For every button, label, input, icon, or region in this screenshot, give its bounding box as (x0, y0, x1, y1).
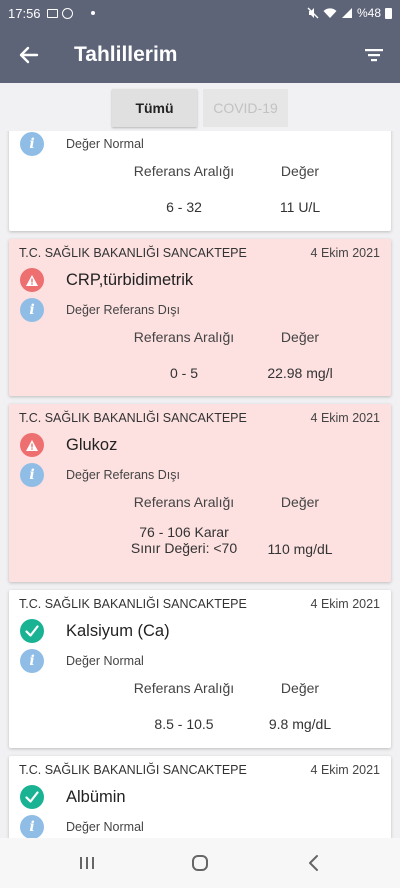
institution-name: T.C. SAĞLIK BAKANLIĞI SANCAKTEPE (19, 763, 247, 777)
reference-range-header: Referans Aralığı (133, 163, 235, 179)
test-name: Kalsiyum (Ca) (66, 622, 170, 640)
gallery-icon (46, 8, 58, 18)
result-card[interactable]: T.C. SAĞLIK BAKANLIĞI SANCAKTEPE 4 Ekim … (9, 756, 391, 838)
app-bar: Tahlillerim (0, 26, 400, 83)
warning-icon (20, 433, 44, 457)
result-value: 110 mg/dL (267, 541, 333, 557)
test-name: Glukoz (66, 436, 118, 454)
signal-icon (341, 8, 352, 18)
result-card[interactable]: T.C. SAĞLIK BAKANLIĞI SANCAKTEPE 4 Ekim … (9, 239, 391, 396)
result-status: Değer Normal (66, 820, 144, 834)
whatsapp-icon (61, 7, 73, 19)
home-icon (191, 855, 208, 871)
value-header: Değer (280, 494, 320, 510)
info-icon[interactable]: i (20, 298, 44, 322)
result-value: 22.98 mg/l (267, 365, 333, 381)
reference-range-value: 76 - 106 Karar Sınır Değeri: <70 (130, 524, 238, 556)
reference-range-header: Referans Aralığı (133, 329, 235, 345)
system-nav-bar (0, 838, 400, 888)
info-icon[interactable]: i (20, 463, 44, 487)
result-card[interactable]: T.C. SAĞLIK BAKANLIĞI SANCAKTEPE 4 Ekim … (9, 590, 391, 748)
warning-icon (20, 268, 44, 292)
chevron-left-icon (309, 855, 319, 871)
value-header: Değer (280, 680, 320, 696)
tab-covid19[interactable]: COVID-19 (203, 89, 288, 127)
recent-apps-icon (79, 857, 94, 869)
filter-button[interactable] (348, 26, 400, 83)
check-icon (20, 785, 44, 809)
back-button[interactable] (0, 26, 58, 83)
result-date: 4 Ekim 2021 (310, 411, 380, 425)
recent-apps-button[interactable] (57, 843, 117, 883)
test-name: CRP,türbidimetrik (66, 271, 194, 289)
test-name: Albümin (66, 788, 126, 806)
system-back-button[interactable] (283, 843, 343, 883)
result-value: 11 U/L (279, 199, 321, 215)
filter-tabs: Tümü COVID-19 (0, 89, 400, 127)
result-date: 4 Ekim 2021 (310, 597, 380, 611)
institution-name: T.C. SAĞLIK BAKANLIĞI SANCAKTEPE (19, 246, 247, 260)
page-title: Tahlillerim (74, 42, 178, 66)
filter-icon (365, 48, 383, 61)
wifi-icon (323, 8, 337, 18)
reference-range-header: Referans Aralığı (133, 494, 235, 510)
result-status: Değer Normal (66, 137, 144, 151)
result-status: Değer Referans Dışı (66, 468, 180, 482)
mute-icon (307, 7, 319, 19)
result-card[interactable]: i Değer Normal Referans Aralığı Değer 6 … (9, 131, 391, 231)
info-icon[interactable]: i (20, 815, 44, 838)
results-list[interactable]: i Değer Normal Referans Aralığı Değer 6 … (0, 131, 400, 838)
institution-name: T.C. SAĞLIK BAKANLIĞI SANCAKTEPE (19, 411, 247, 425)
info-icon[interactable]: i (20, 132, 44, 156)
notification-dot-icon (90, 11, 95, 15)
value-header: Değer (280, 163, 320, 179)
result-status: Değer Referans Dışı (66, 303, 180, 317)
result-date: 4 Ekim 2021 (310, 246, 380, 260)
reference-range-value: 6 - 32 (166, 199, 202, 215)
value-header: Değer (280, 329, 320, 345)
reference-range-value: 8.5 - 10.5 (154, 716, 214, 732)
home-button[interactable] (170, 843, 230, 883)
result-date: 4 Ekim 2021 (310, 763, 380, 777)
battery-percent: %48 (356, 6, 381, 20)
battery-icon (385, 7, 392, 19)
result-card[interactable]: T.C. SAĞLIK BAKANLIĞI SANCAKTEPE 4 Ekim … (9, 404, 391, 582)
institution-name: T.C. SAĞLIK BAKANLIĞI SANCAKTEPE (19, 597, 247, 611)
result-value: 9.8 mg/dL (268, 716, 332, 732)
reference-range-value: 0 - 5 (169, 365, 198, 381)
result-status: Değer Normal (66, 654, 144, 668)
arrow-left-icon (19, 46, 39, 63)
reference-range-header: Referans Aralığı (133, 680, 235, 696)
check-icon (20, 619, 44, 643)
status-bar: 17:56 %48 (0, 0, 400, 26)
status-time: 17:56 (8, 5, 41, 21)
info-icon[interactable]: i (20, 649, 44, 673)
tab-all[interactable]: Tümü (112, 89, 197, 127)
